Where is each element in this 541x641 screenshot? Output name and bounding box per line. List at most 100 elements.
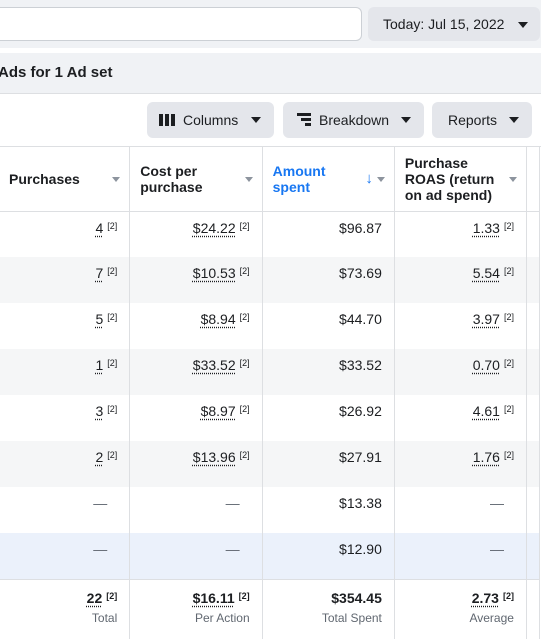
metric-value[interactable]: 7 bbox=[95, 265, 103, 281]
totals-row: 22 [2] Total $16.11 [2] Per Action $354.45… bbox=[0, 578, 541, 639]
cell-amount: $12.90 bbox=[262, 533, 395, 579]
metric-value[interactable]: 2 bbox=[95, 449, 103, 465]
search-input[interactable] bbox=[0, 7, 362, 41]
breakdown-label: Breakdown bbox=[319, 112, 390, 128]
reference-marker: [2] bbox=[239, 266, 250, 276]
metric-value[interactable]: 1.33 bbox=[473, 220, 500, 236]
table-row[interactable]: 5 [2] $8.94 [2] $44.70 3.97 [2] bbox=[0, 303, 541, 349]
cell-amount: $96.87 bbox=[262, 211, 395, 257]
reports-button[interactable]: Reports bbox=[432, 102, 532, 138]
cell-amount: $44.70 bbox=[262, 303, 395, 349]
table-row[interactable]: 1 [2] $33.52 [2] $33.52 0.70 [2] bbox=[0, 349, 541, 395]
table-row[interactable]: 4 [2] $24.22 [2] $96.87 1.33 [2] bbox=[0, 211, 541, 257]
total-value[interactable]: 22 bbox=[87, 590, 103, 606]
cell-cost: $33.52 [2] bbox=[129, 349, 263, 395]
table-row[interactable]: 3 [2] $8.97 [2] $26.92 4.61 [2] bbox=[0, 395, 541, 441]
metric-value[interactable]: $13.96 bbox=[193, 449, 236, 465]
column-title: Amount spent bbox=[272, 162, 326, 195]
table-row[interactable]: — — $12.90 — bbox=[0, 533, 541, 579]
ads-count-title: Ads for 1 Ad set bbox=[0, 64, 113, 81]
chevron-down-icon bbox=[401, 117, 411, 123]
cell-cost: $8.94 [2] bbox=[129, 303, 263, 349]
cell-purchases: 7 [2] bbox=[0, 257, 131, 303]
chevron-down-icon bbox=[251, 117, 261, 123]
sort-caret-icon[interactable] bbox=[112, 177, 121, 182]
metric-value[interactable]: 3 bbox=[95, 403, 103, 419]
total-label: Total Spent bbox=[321, 610, 382, 625]
metric-value[interactable]: $8.94 bbox=[201, 311, 236, 327]
cell-purchases: — bbox=[0, 487, 131, 533]
sort-caret-icon[interactable] bbox=[508, 177, 517, 182]
total-label: Total bbox=[91, 610, 118, 625]
metric-value[interactable]: 0.70 bbox=[473, 357, 500, 373]
cell-amount: $27.91 bbox=[262, 441, 395, 487]
column-header-overflow bbox=[526, 147, 541, 212]
total-value: $354.45 bbox=[331, 589, 382, 606]
metric-value: $26.92 bbox=[339, 403, 382, 419]
reference-marker: [2] bbox=[239, 450, 250, 460]
metric-value[interactable]: $8.97 bbox=[201, 403, 236, 419]
overflow-cell bbox=[526, 533, 541, 579]
reference-marker: [2] bbox=[107, 266, 118, 276]
columns-button[interactable]: Columns bbox=[147, 102, 274, 138]
metric-value[interactable]: $33.52 bbox=[193, 357, 236, 373]
table-row[interactable]: — — $13.38 — bbox=[0, 487, 541, 533]
overflow-cell bbox=[526, 395, 541, 441]
cell-cost: $24.22 [2] bbox=[129, 211, 263, 257]
table-row[interactable]: 7 [2] $10.53 [2] $73.69 5.54 [2] bbox=[0, 257, 541, 303]
cell-roas: 3.97 [2] bbox=[394, 303, 527, 349]
column-header-amount-spent[interactable]: Amount spent ↓ bbox=[262, 147, 395, 212]
cell-cost: — bbox=[129, 533, 263, 579]
chevron-down-icon bbox=[509, 117, 519, 123]
breakdown-button[interactable]: Breakdown bbox=[283, 102, 424, 138]
date-range-label: Today: Jul 15, 2022 bbox=[383, 16, 505, 32]
chevron-down-icon bbox=[518, 22, 528, 28]
reference-marker: [2] bbox=[503, 358, 514, 368]
reference-marker: [2] bbox=[239, 220, 250, 231]
sort-caret-icon[interactable] bbox=[244, 177, 253, 182]
metric-value[interactable]: $24.22 bbox=[193, 220, 236, 236]
total-value[interactable]: $16.11 bbox=[193, 590, 235, 606]
metric-value[interactable]: 1.76 bbox=[473, 449, 500, 465]
reference-marker: [2] bbox=[239, 312, 250, 322]
empty-value: — bbox=[93, 541, 108, 557]
cell-cost: $8.97 [2] bbox=[129, 395, 263, 441]
metric-value[interactable]: 1 bbox=[95, 357, 103, 373]
metric-value[interactable]: 5.54 bbox=[473, 265, 500, 281]
table-row[interactable]: 2 [2] $13.96 [2] $27.91 1.76 [2] bbox=[0, 441, 541, 487]
table-toolbar: Columns Breakdown Reports bbox=[0, 93, 541, 146]
metric-value: $33.52 bbox=[339, 357, 382, 373]
metric-value[interactable]: 4 bbox=[95, 220, 103, 236]
overflow-cell bbox=[526, 441, 541, 487]
metric-value[interactable]: 5 bbox=[95, 311, 103, 327]
columns-label: Columns bbox=[183, 112, 239, 128]
column-header-purchases[interactable]: Purchases bbox=[0, 147, 131, 212]
metric-value[interactable]: 4.61 bbox=[473, 403, 500, 419]
column-header-cost-per-purchase[interactable]: Cost per purchase bbox=[129, 147, 263, 212]
cell-cost: — bbox=[129, 487, 263, 533]
cell-roas: 0.70 [2] bbox=[394, 349, 527, 395]
cell-purchases: — bbox=[0, 533, 131, 579]
metric-value: $44.70 bbox=[339, 311, 382, 327]
empty-value: — bbox=[93, 495, 108, 511]
sort-caret-icon[interactable] bbox=[376, 177, 385, 182]
cell-roas: 4.61 [2] bbox=[394, 395, 527, 441]
column-header-purchase-roas[interactable]: Purchase ROAS (return on ad spend) bbox=[394, 147, 527, 212]
total-label: Average bbox=[469, 610, 514, 625]
reference-marker: [2] bbox=[503, 266, 514, 276]
reference-marker: [2] bbox=[503, 312, 514, 322]
metric-value[interactable]: 3.97 bbox=[473, 311, 500, 327]
metric-value: $13.38 bbox=[339, 495, 382, 511]
reference-marker: [2] bbox=[502, 590, 514, 601]
cell-amount: $73.69 bbox=[262, 257, 395, 303]
metric-value: $73.69 bbox=[339, 265, 382, 281]
reference-marker: [2] bbox=[107, 220, 118, 231]
metric-value[interactable]: $10.53 bbox=[193, 265, 236, 281]
reference-marker: [2] bbox=[107, 450, 118, 460]
top-bar: Today: Jul 15, 2022 bbox=[0, 0, 541, 48]
cell-roas: 5.54 [2] bbox=[394, 257, 527, 303]
metric-value: $96.87 bbox=[339, 219, 382, 236]
date-range-button[interactable]: Today: Jul 15, 2022 bbox=[368, 7, 540, 41]
sort-descending-icon: ↓ bbox=[365, 170, 373, 187]
total-value[interactable]: 2.73 bbox=[472, 590, 499, 606]
